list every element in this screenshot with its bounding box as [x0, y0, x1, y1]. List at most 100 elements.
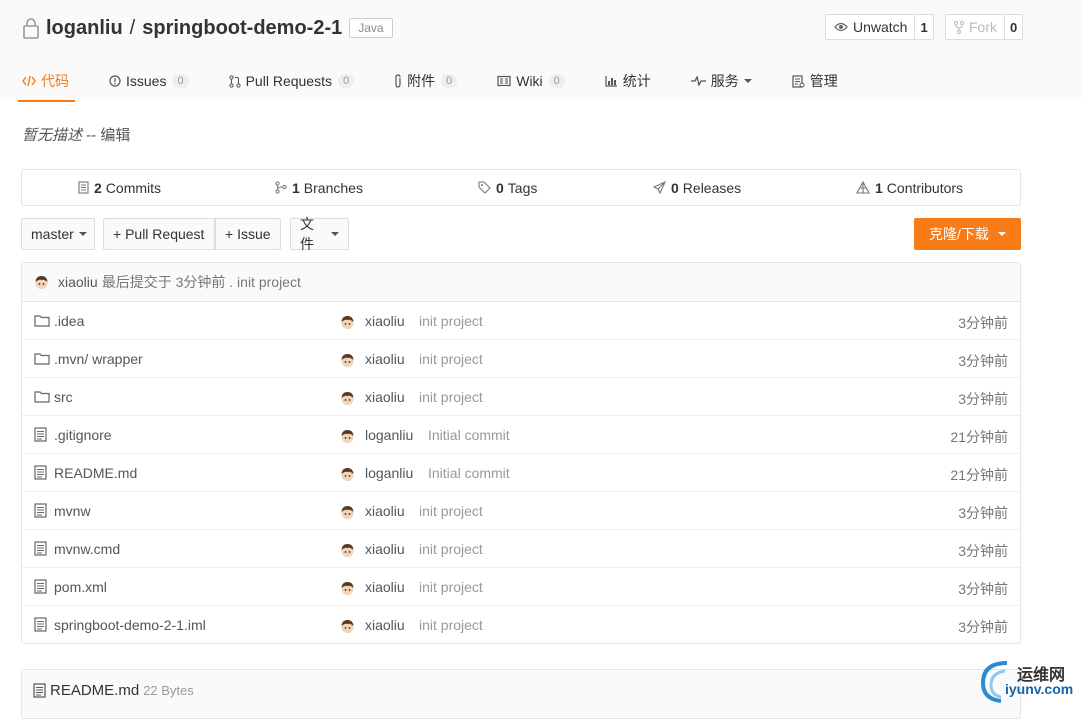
paperclip-icon [395, 74, 401, 88]
tab-attachments-count: 0 [441, 74, 458, 88]
tab-admin-label: 管理 [809, 73, 838, 89]
last-commit-author[interactable]: xiaoliu [58, 274, 98, 290]
commit-author-link[interactable]: xiaoliu [365, 541, 405, 557]
file-name-link[interactable]: springboot-demo-2-1.iml [54, 617, 206, 633]
repo-separator: / [129, 16, 136, 39]
commit-message-link[interactable]: init project [419, 617, 483, 633]
file-row[interactable]: pom.xml xiaoliu init project 3分钟前 [22, 568, 1020, 606]
avatar[interactable] [340, 466, 355, 482]
tab-attachments[interactable]: 附件 0 [394, 60, 458, 102]
commit-message-link[interactable]: init project [419, 579, 483, 595]
chevron-down-icon [331, 232, 339, 236]
file-row[interactable]: springboot-demo-2-1.iml xiaoliu init proje… [22, 606, 1020, 644]
unwatch-button[interactable]: Unwatch [825, 14, 916, 40]
avatar[interactable] [340, 580, 355, 596]
stat-branches[interactable]: 1 Branches [275, 170, 363, 205]
tab-code[interactable]: 代码 [18, 60, 75, 102]
file-row[interactable]: mvnw xiaoliu init project 3分钟前 [22, 492, 1020, 530]
stat-contributors[interactable]: 1 Contributors [856, 170, 963, 205]
branch-select-label: master [31, 226, 74, 242]
tab-issues[interactable]: Issues 0 [109, 60, 189, 102]
watermark-en: iyunv.com [1005, 681, 1074, 697]
file-row[interactable]: src xiaoliu init project 3分钟前 [22, 378, 1020, 416]
stat-contributors-count: 1 [875, 179, 883, 196]
avatar[interactable] [34, 274, 49, 290]
files-dropdown[interactable]: 文件 [290, 216, 349, 252]
file-name-link[interactable]: mvnw.cmd [54, 541, 120, 557]
commit-message-link[interactable]: init project [419, 351, 483, 367]
avatar[interactable] [340, 390, 355, 406]
commit-time: 3分钟前 [958, 353, 1008, 369]
pulse-icon [690, 76, 706, 86]
edit-description-link[interactable]: 编辑 [100, 127, 130, 144]
file-row[interactable]: .idea xiaoliu init project 3分钟前 [22, 302, 1020, 340]
tab-wiki[interactable]: Wiki 0 [497, 60, 565, 102]
commit-author-link[interactable]: xiaoliu [365, 389, 405, 405]
file-name-link[interactable]: .mvn/ wrapper [54, 351, 143, 367]
graph-icon [605, 76, 617, 87]
fork-label: Fork [969, 19, 997, 35]
avatar[interactable] [340, 428, 355, 444]
readme-size: 22 Bytes [143, 683, 194, 698]
stat-branches-count: 1 [292, 179, 300, 196]
fork-count[interactable]: 0 [1005, 14, 1024, 40]
readme-title: README.md [50, 682, 140, 699]
commit-author-link[interactable]: xiaoliu [365, 617, 405, 633]
file-row[interactable]: .mvn/ wrapper xiaoliu init project 3分钟前 [22, 340, 1020, 378]
file-name-link[interactable]: .idea [54, 313, 84, 329]
new-issue-label: + Issue [225, 226, 271, 242]
watermark: 运维网 iyunv.com [977, 655, 1082, 703]
stat-branches-label: Branches [303, 179, 363, 196]
commit-author-link[interactable]: xiaoliu [365, 351, 405, 367]
repo-name-link[interactable]: springboot-demo-2-1 [142, 17, 342, 40]
file-row[interactable]: .gitignore loganliu Initial commit 21分钟前 [22, 416, 1020, 454]
branch-icon [275, 181, 287, 194]
file-icon [33, 683, 46, 698]
commit-author-link[interactable]: loganliu [365, 465, 413, 481]
watch-count[interactable]: 1 [915, 14, 934, 40]
commit-message-link[interactable]: init project [419, 503, 483, 519]
commit-author-link[interactable]: xiaoliu [365, 503, 405, 519]
file-name-link[interactable]: src [54, 389, 73, 405]
commit-message-link[interactable]: init project [419, 389, 483, 405]
tab-stats[interactable]: 统计 [605, 60, 651, 102]
tab-wiki-count: 0 [548, 74, 565, 88]
new-issue-button[interactable]: + Issue [215, 218, 281, 250]
commit-message-link[interactable]: Initial commit [428, 465, 510, 481]
commit-author-link[interactable]: xiaoliu [365, 313, 405, 329]
stat-commits-count: 2 [94, 179, 102, 196]
file-icon [34, 465, 47, 480]
avatar[interactable] [340, 618, 355, 634]
avatar[interactable] [340, 542, 355, 558]
commit-author-link[interactable]: loganliu [365, 427, 413, 443]
commit-message-link[interactable]: init project [419, 541, 483, 557]
new-pull-request-button[interactable]: + Pull Request [103, 218, 215, 250]
stat-tags[interactable]: 0 Tags [478, 170, 537, 205]
commit-author-link[interactable]: xiaoliu [365, 579, 405, 595]
tab-issues-label: Issues [126, 73, 167, 89]
tab-services[interactable]: 服务 [690, 60, 752, 102]
commit-message-link[interactable]: init project [419, 313, 483, 329]
stat-releases[interactable]: 0 Releases [653, 170, 741, 205]
avatar[interactable] [340, 504, 355, 520]
clone-download-button[interactable]: 克隆/下载 [914, 218, 1021, 250]
file-name-link[interactable]: README.md [54, 465, 137, 481]
branch-select[interactable]: master [21, 218, 95, 250]
lock-icon [23, 18, 39, 39]
tab-pull-requests[interactable]: Pull Requests 0 [228, 60, 355, 102]
file-name-link[interactable]: mvnw [54, 503, 91, 519]
unwatch-label: Unwatch [853, 19, 908, 35]
file-name-link[interactable]: .gitignore [54, 427, 112, 443]
file-name-link[interactable]: pom.xml [54, 579, 107, 595]
fork-button[interactable]: Fork [945, 14, 1005, 40]
commit-message-link[interactable]: Initial commit [428, 427, 510, 443]
file-table: xiaoliu 最后提交于 3分钟前 . init project .idea x… [21, 262, 1021, 644]
stat-commits[interactable]: 2 Commits [78, 170, 161, 205]
repo-owner-link[interactable]: loganliu [46, 17, 123, 40]
avatar[interactable] [340, 314, 355, 330]
avatar[interactable] [340, 352, 355, 368]
file-row[interactable]: README.md loganliu Initial commit 21分钟前 [22, 454, 1020, 492]
commit-time: 3分钟前 [958, 391, 1008, 407]
file-row[interactable]: mvnw.cmd xiaoliu init project 3分钟前 [22, 530, 1020, 568]
tab-admin[interactable]: 管理 [792, 60, 838, 102]
